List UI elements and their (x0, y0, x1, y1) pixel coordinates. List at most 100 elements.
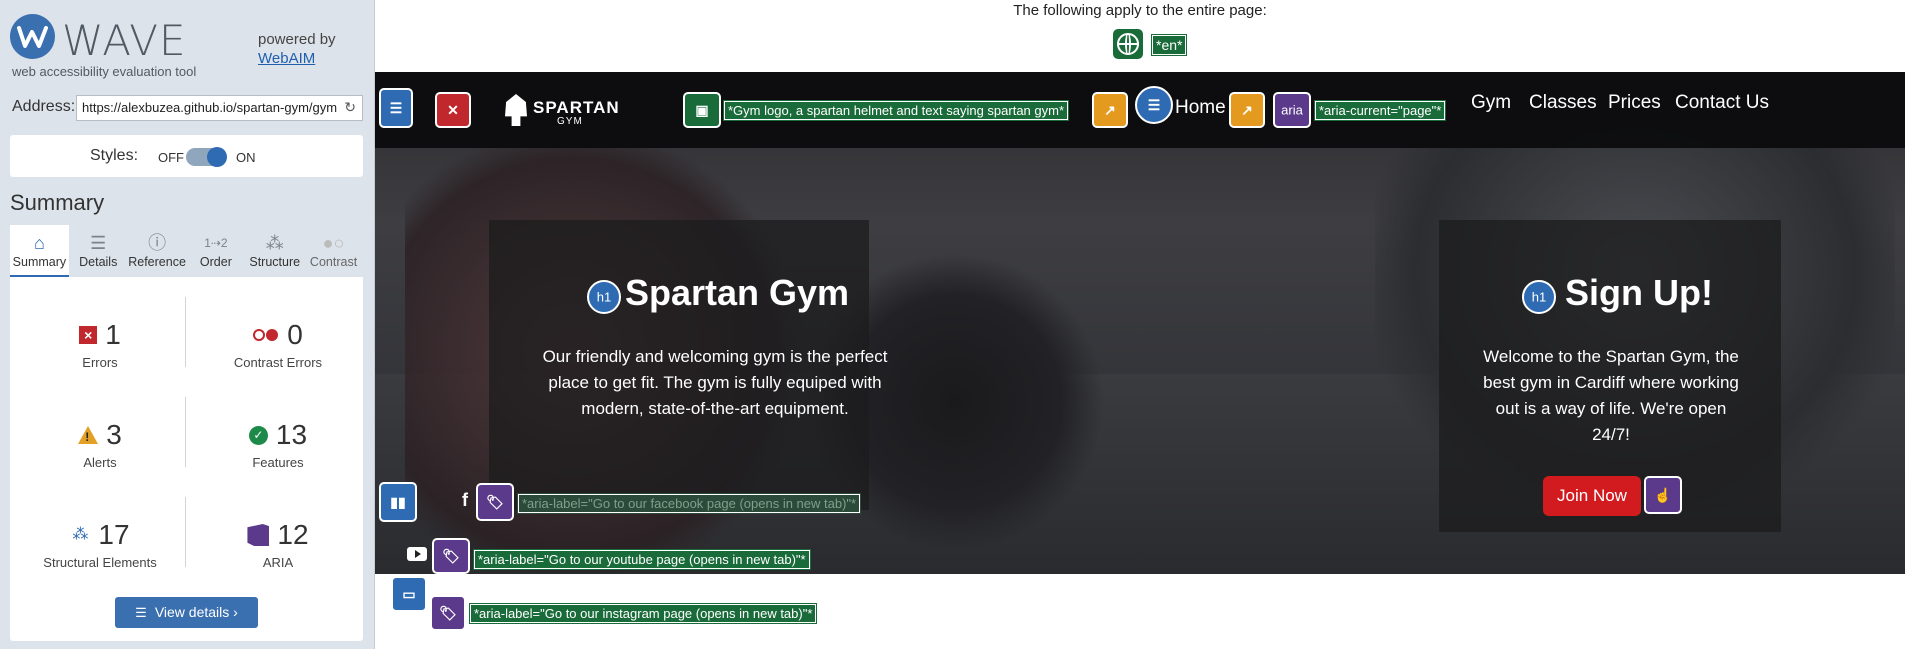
spartan-logo[interactable]: SPARTAN GYM (505, 94, 619, 130)
nav-home-link[interactable]: Home (1175, 97, 1226, 119)
nav-contact-link[interactable]: Contact Us (1675, 92, 1769, 114)
tab-contrast[interactable]: ●○ Contrast (304, 225, 363, 277)
aria-tabindex-icon[interactable]: ☝ (1644, 476, 1682, 514)
join-now-button[interactable]: Join Now (1543, 476, 1641, 516)
styles-toggle[interactable] (186, 147, 227, 167)
logo-sub: GYM (557, 116, 583, 127)
features-count: 13 (275, 419, 308, 450)
instagram-aria-label-tag: *aria-label="Go to our instagram page (o… (468, 603, 818, 624)
list-icon: ☰ (1147, 97, 1161, 113)
document-icon: ▭ (402, 586, 416, 602)
reload-icon[interactable]: ↻ (344, 99, 356, 116)
header-region-icon[interactable]: ☰ (379, 88, 413, 128)
address-label: Address: (12, 98, 76, 115)
feature-check-icon: ✓ (248, 425, 268, 445)
summary-title: Summary (10, 190, 105, 215)
language-tag: *en* (1150, 34, 1188, 56)
aria-badge-text: aria (1281, 102, 1303, 118)
aria-label-icon[interactable]: 🏷 (430, 595, 466, 631)
divider (185, 297, 186, 367)
h1-badge-text: h1 (596, 289, 612, 305)
footer-region-icon[interactable]: ▮▮ (379, 482, 417, 522)
alt-text-feature-icon[interactable]: ▣ (683, 92, 721, 128)
alerts-label: Alerts (83, 455, 117, 470)
stat-structural[interactable]: ⁂ 17 Structural Elements (20, 519, 180, 570)
view-details-label: View details › (154, 604, 238, 620)
language-icon[interactable] (1113, 29, 1143, 59)
list-structure-icon[interactable]: ☰ (1135, 86, 1173, 124)
contrast-count: 0 (287, 319, 303, 350)
structural-count: 17 (98, 519, 130, 550)
tab-label: Contrast (309, 255, 358, 269)
logo-alt-tag: *Gym logo, a spartan helmet and text say… (722, 100, 1070, 121)
redundant-link-alert-icon[interactable]: ↗ (1229, 92, 1265, 128)
aria-count: 12 (277, 519, 309, 550)
styles-off-label: OFF (158, 150, 184, 165)
tab-reference[interactable]: ⓘ Reference (128, 225, 187, 277)
styles-on-label: ON (236, 150, 256, 165)
tag-icon: 🏷 (439, 605, 457, 621)
h1-heading-icon[interactable]: h1 (587, 280, 621, 314)
broken-image-icon: ✕ (447, 102, 459, 118)
tab-label: Structure (249, 255, 301, 269)
wave-sidebar: WAVE web accessibility evaluation tool p… (0, 0, 375, 649)
divider (185, 497, 186, 567)
features-label: Features (252, 455, 304, 470)
footer-region-icon[interactable]: ▭ (391, 576, 427, 612)
arrow-icon: ↗ (1241, 102, 1253, 118)
tab-label: Order (199, 255, 232, 269)
tab-label: Summary (12, 255, 67, 269)
aria-label-icon[interactable]: 🏷 (476, 483, 514, 521)
tab-order[interactable]: 1⇢2 Order (186, 225, 245, 277)
hero-right-title: Sign Up! (1565, 272, 1713, 313)
aria-icon[interactable]: aria (1273, 92, 1311, 128)
structural-label: Structural Elements (43, 555, 157, 570)
nav-prices-link[interactable]: Prices (1608, 92, 1661, 114)
youtube-icon[interactable] (407, 547, 427, 561)
aria-label: ARIA (262, 555, 294, 570)
styles-label: Styles: (90, 147, 139, 164)
wave-logo-text: WAVE (62, 16, 187, 65)
hero-left-text: Our friendly and welcoming gym is the pe… (542, 347, 888, 418)
errors-label: Errors (82, 355, 118, 370)
nav-classes-link[interactable]: Classes (1529, 92, 1597, 114)
contrast-label: Contrast Errors (233, 355, 323, 370)
wave-logo-icon (10, 14, 55, 59)
stat-contrast[interactable]: 0 Contrast Errors (198, 319, 358, 370)
hero-right-text: Welcome to the Spartan Gym, the best gym… (1483, 347, 1739, 444)
address-input[interactable]: https://alexbuzea.github.io/spartan-gym/… (76, 95, 363, 121)
view-details-button[interactable]: ☰ View details › (115, 597, 258, 628)
structure-icon: ⁂ (265, 233, 284, 253)
aria-label-icon[interactable]: 🏷 (432, 538, 470, 574)
youtube-aria-label-tag: *aria-label="Go to our youtube page (ope… (473, 549, 811, 570)
nav-gym-link[interactable]: Gym (1471, 92, 1511, 114)
stat-alerts[interactable]: ! 3 Alerts (20, 419, 180, 470)
panel-tabs: ⌂ Summary ☰ Details ⓘ Reference 1⇢2 Orde… (10, 225, 363, 277)
contrast-icon: ●○ (322, 233, 345, 253)
tab-structure[interactable]: ⁂ Structure (245, 225, 304, 277)
error-image-icon[interactable]: ✕ (435, 92, 471, 128)
webaim-link[interactable]: WebAIM (258, 49, 336, 68)
errors-count: 1 (105, 319, 121, 350)
facebook-icon[interactable]: f (462, 490, 468, 511)
contrast-error-icon (253, 328, 279, 342)
aria-icon (247, 524, 270, 546)
redundant-link-alert-icon[interactable]: ↗ (1092, 92, 1128, 128)
stat-features[interactable]: ✓ 13 Features (198, 419, 358, 470)
structure-icon: ⁂ (72, 526, 89, 543)
home-icon: ⌂ (33, 233, 45, 253)
error-icon: × (79, 326, 98, 344)
tab-label: Details (79, 255, 118, 269)
pointer-icon: ☝ (1654, 487, 1672, 503)
tab-details[interactable]: ☰ Details (69, 225, 128, 277)
aria-current-tag: *aria-current="page"* (1313, 100, 1447, 121)
entire-page-note: The following apply to the entire page: (1013, 2, 1267, 19)
arrow-icon: ↗ (1104, 102, 1116, 118)
list-icon: ☰ (135, 605, 147, 620)
h1-heading-icon[interactable]: h1 (1522, 280, 1556, 314)
facebook-aria-label-tag: *aria-label="Go to our facebook page (op… (516, 493, 862, 514)
stat-aria[interactable]: 12 ARIA (198, 519, 358, 570)
tab-summary[interactable]: ⌂ Summary (10, 225, 69, 277)
stat-errors[interactable]: × 1 Errors (20, 319, 180, 370)
logo-word: SPARTAN (533, 98, 620, 117)
